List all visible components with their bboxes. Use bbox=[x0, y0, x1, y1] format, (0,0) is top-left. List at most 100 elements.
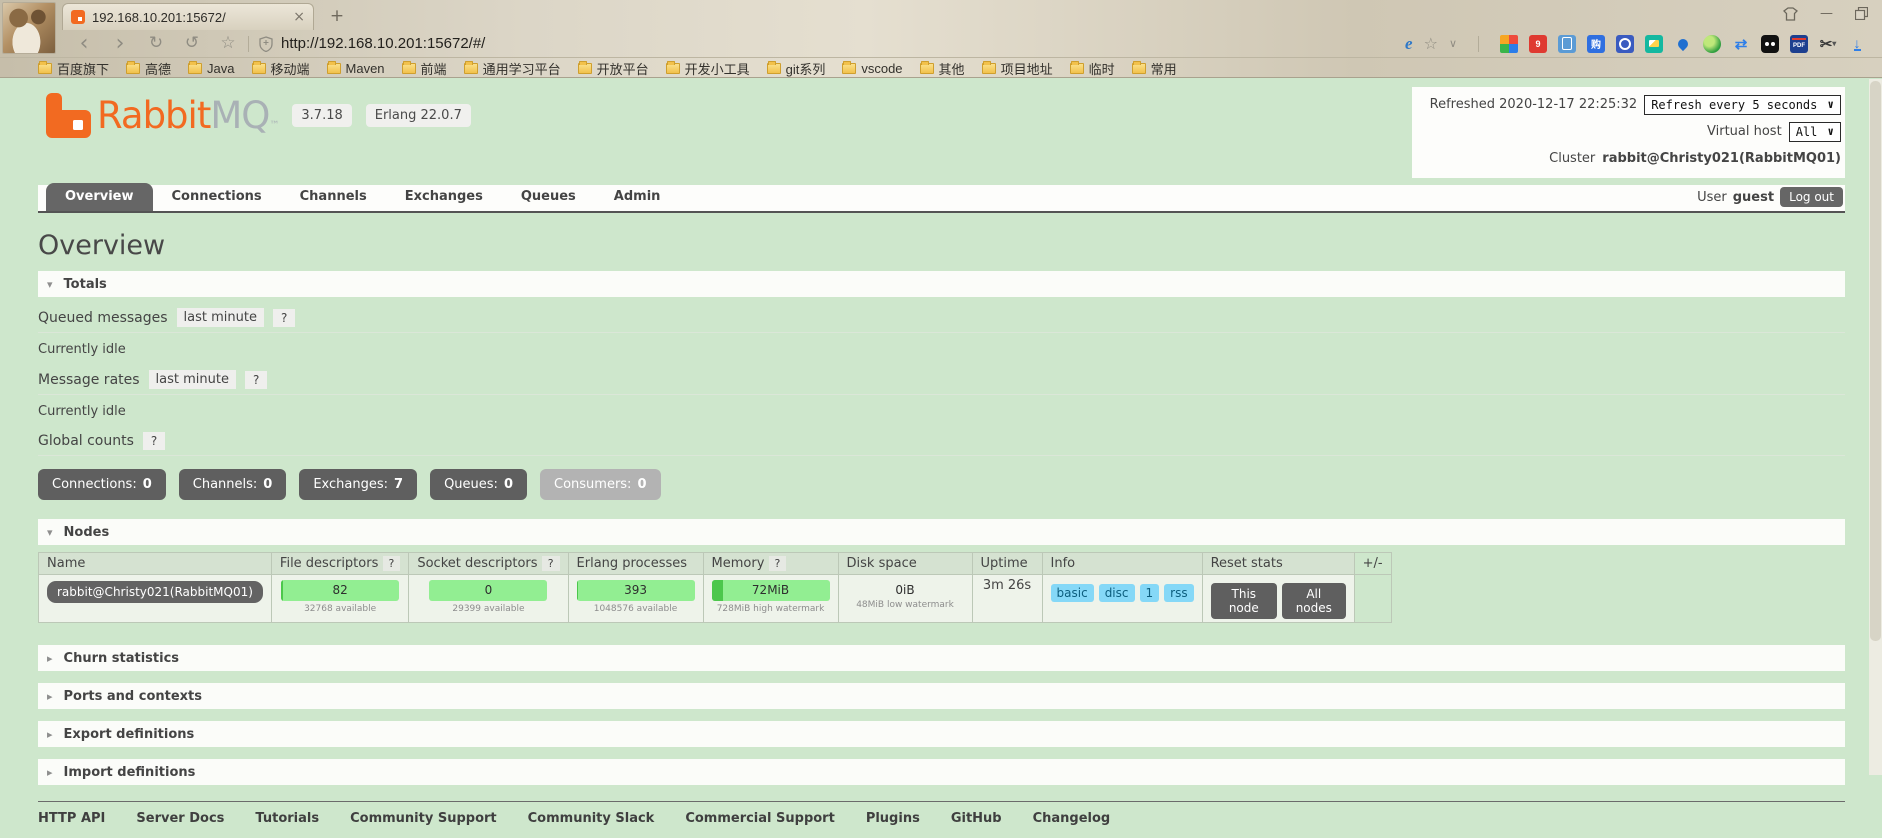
bookmark-folder[interactable]: 开发小工具 bbox=[665, 59, 750, 78]
pdf-extension-icon[interactable]: PDF bbox=[1790, 34, 1808, 53]
help-icon[interactable]: ? bbox=[272, 308, 296, 327]
restore-session-icon[interactable]: ↺ bbox=[182, 35, 202, 52]
help-icon[interactable]: ? bbox=[142, 432, 166, 450]
reader-extension-icon[interactable] bbox=[1761, 34, 1779, 53]
ie-compat-icon[interactable]: e bbox=[1405, 34, 1413, 54]
nodes-table: Name File descriptors ? Socket descripto… bbox=[38, 552, 1392, 623]
help-icon[interactable]: ? bbox=[541, 556, 560, 571]
phone-assistant-icon[interactable] bbox=[1558, 34, 1576, 53]
bookmark-folder[interactable]: vscode bbox=[842, 60, 903, 76]
help-icon[interactable]: ? bbox=[244, 370, 268, 389]
browser-titlebar: 192.168.10.201:15672/ × + — bbox=[0, 0, 1882, 30]
bookmark-folder[interactable]: 项目地址 bbox=[981, 59, 1053, 78]
minimize-button[interactable]: — bbox=[1820, 6, 1833, 21]
reset-this-node-button[interactable]: This node bbox=[1210, 583, 1277, 619]
section-import-definitions[interactable]: ▸ Import definitions bbox=[38, 759, 1845, 785]
section-nodes[interactable]: ▾ Nodes bbox=[38, 519, 1845, 545]
footer-link-tutorials[interactable]: Tutorials bbox=[255, 811, 319, 826]
footer-link-github[interactable]: GitHub bbox=[951, 811, 1002, 826]
browser-tab[interactable]: 192.168.10.201:15672/ × bbox=[62, 3, 314, 30]
rates-range-selector[interactable]: last minute bbox=[148, 370, 236, 389]
scrollbar-track[interactable] bbox=[1869, 79, 1882, 775]
info-badge-disc[interactable]: disc bbox=[1098, 584, 1135, 602]
section-export-definitions[interactable]: ▸ Export definitions bbox=[38, 721, 1845, 747]
apps-grid-icon[interactable] bbox=[1500, 34, 1518, 53]
extension-red-icon[interactable]: 9 bbox=[1529, 34, 1547, 53]
refresh-interval-select[interactable]: Refresh every 5 seconds ∨ bbox=[1644, 94, 1841, 115]
section-totals[interactable]: ▾ Totals bbox=[38, 271, 1845, 297]
tab-exchanges[interactable]: Exchanges bbox=[386, 183, 502, 211]
refresh-icon[interactable]: ↻ bbox=[146, 35, 166, 52]
bookmark-folder[interactable]: 开放平台 bbox=[577, 59, 649, 78]
queued-messages-label: Queued messages bbox=[38, 309, 168, 326]
section-churn-statistics[interactable]: ▸ Churn statistics bbox=[38, 645, 1845, 671]
bookmark-star-icon[interactable]: ☆ bbox=[218, 35, 238, 52]
back-icon[interactable]: ‹ bbox=[74, 32, 94, 55]
footer-link-plugins[interactable]: Plugins bbox=[866, 811, 920, 826]
tab-overview[interactable]: Overview bbox=[46, 183, 153, 211]
footer-link-commercial-support[interactable]: Commercial Support bbox=[685, 811, 835, 826]
sync-arrows-icon[interactable]: ⇄ bbox=[1732, 35, 1750, 53]
bookmark-folder[interactable]: 其他 bbox=[919, 59, 965, 78]
bookmark-folder[interactable]: 高德 bbox=[126, 59, 171, 78]
scissors-caret: ▾ bbox=[1832, 39, 1837, 48]
tab-admin[interactable]: Admin bbox=[595, 183, 680, 211]
logout-button[interactable]: Log out bbox=[1780, 187, 1843, 207]
video-extension-icon[interactable] bbox=[1616, 34, 1634, 53]
connections-count-button[interactable]: Connections: 0 bbox=[38, 469, 166, 500]
queued-range-selector[interactable]: last minute bbox=[176, 308, 264, 327]
tab-close-icon[interactable]: × bbox=[293, 10, 305, 24]
downloads-icon[interactable] bbox=[1848, 35, 1866, 53]
reset-all-nodes-button[interactable]: All nodes bbox=[1282, 583, 1346, 619]
consumers-count-button[interactable]: Consumers: 0 bbox=[540, 469, 661, 500]
virtual-host-select[interactable]: All ∨ bbox=[1788, 121, 1841, 142]
screenshot-scissors-icon[interactable]: ✂ ▾ bbox=[1819, 35, 1837, 53]
footer-link-changelog[interactable]: Changelog bbox=[1033, 811, 1111, 826]
bookmark-folder[interactable]: git系列 bbox=[766, 59, 825, 78]
rabbitmq-logo[interactable]: RabbitMQ™ 3.7.18 Erlang 22.0.7 bbox=[46, 93, 471, 138]
queues-count-button[interactable]: Queues: 0 bbox=[430, 469, 527, 500]
map-pin-icon[interactable] bbox=[1674, 35, 1692, 53]
tab-connections[interactable]: Connections bbox=[153, 183, 281, 211]
new-tab-button[interactable]: + bbox=[326, 6, 348, 26]
bookmark-folder[interactable]: 百度旗下 bbox=[38, 59, 109, 78]
info-badge-rss[interactable]: rss bbox=[1164, 584, 1194, 602]
footer-link-server-docs[interactable]: Server Docs bbox=[136, 811, 224, 826]
version-badge: 3.7.18 bbox=[292, 104, 352, 127]
bookmark-folder[interactable]: Java bbox=[188, 60, 235, 76]
url-text[interactable]: http://192.168.10.201:15672/#/ bbox=[281, 35, 485, 52]
node-name-pill[interactable]: rabbit@Christy021(RabbitMQ01) bbox=[47, 581, 263, 603]
favorites-star-icon[interactable]: ☆ bbox=[1424, 34, 1438, 53]
bookmark-folder[interactable]: Maven bbox=[326, 60, 385, 76]
footer-link-community-support[interactable]: Community Support bbox=[350, 811, 497, 826]
bookmark-folder[interactable]: 常用 bbox=[1131, 59, 1177, 78]
site-safety-shield-icon[interactable] bbox=[259, 35, 273, 52]
channels-count-button[interactable]: Channels: 0 bbox=[178, 469, 287, 500]
columns-plus-minus-link[interactable]: +/- bbox=[1353, 552, 1392, 575]
info-badge-1[interactable]: 1 bbox=[1139, 584, 1160, 602]
shopping-extension-icon[interactable]: 购 bbox=[1587, 34, 1605, 53]
favorites-caret-icon[interactable]: ∨ bbox=[1449, 37, 1457, 50]
download-manager-globe-icon[interactable] bbox=[1703, 34, 1721, 53]
bookmark-folder[interactable]: 通用学习平台 bbox=[463, 59, 561, 78]
bookmark-folder[interactable]: 临时 bbox=[1069, 59, 1115, 78]
skin-shirt-icon[interactable] bbox=[1783, 6, 1798, 21]
section-ports-and-contexts[interactable]: ▸ Ports and contexts bbox=[38, 683, 1845, 709]
help-icon[interactable]: ? bbox=[768, 556, 787, 571]
erlang-version-badge: Erlang 22.0.7 bbox=[365, 104, 471, 127]
info-badge-basic[interactable]: basic bbox=[1050, 584, 1094, 602]
address-bar[interactable]: http://192.168.10.201:15672/#/ bbox=[259, 35, 485, 52]
count-value: 7 bbox=[394, 477, 404, 492]
help-icon[interactable]: ? bbox=[382, 556, 401, 571]
forward-icon[interactable]: › bbox=[110, 32, 130, 55]
restore-button[interactable] bbox=[1855, 7, 1868, 20]
footer-link-http-api[interactable]: HTTP API bbox=[38, 811, 105, 826]
tab-channels[interactable]: Channels bbox=[281, 183, 386, 211]
bookmark-folder[interactable]: 前端 bbox=[401, 59, 447, 78]
scrollbar-thumb[interactable] bbox=[1870, 81, 1881, 641]
footer-link-community-slack[interactable]: Community Slack bbox=[528, 811, 655, 826]
tab-queues[interactable]: Queues bbox=[502, 183, 595, 211]
exchanges-count-button[interactable]: Exchanges: 7 bbox=[299, 469, 418, 500]
bookmark-folder[interactable]: 移动端 bbox=[251, 59, 310, 78]
image-extension-icon[interactable] bbox=[1645, 34, 1663, 53]
